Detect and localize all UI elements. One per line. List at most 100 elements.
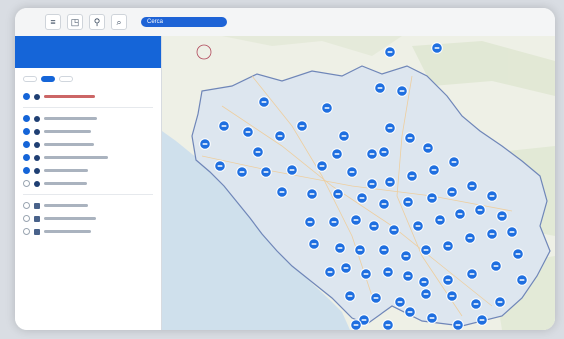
map-marker[interactable]	[339, 131, 350, 142]
map-marker[interactable]	[443, 241, 454, 252]
map-marker[interactable]	[397, 86, 408, 97]
map-marker[interactable]	[307, 189, 318, 200]
map-marker[interactable]	[379, 199, 390, 210]
map-marker[interactable]	[379, 147, 390, 158]
map-marker[interactable]	[413, 221, 424, 232]
map-canvas[interactable]	[162, 36, 555, 330]
map-marker[interactable]	[259, 97, 270, 108]
grid-icon[interactable]: ≡	[45, 14, 61, 30]
map-marker[interactable]	[345, 291, 356, 302]
map-marker[interactable]	[405, 133, 416, 144]
map-marker[interactable]	[487, 191, 498, 202]
map-marker[interactable]	[467, 181, 478, 192]
map-marker[interactable]	[347, 167, 358, 178]
map-marker[interactable]	[325, 267, 336, 278]
map-marker[interactable]	[407, 171, 418, 182]
tab-3[interactable]	[59, 76, 73, 82]
map-marker[interactable]	[333, 189, 344, 200]
map-marker[interactable]	[427, 313, 438, 324]
layer-row[interactable]	[23, 112, 153, 125]
map-marker[interactable]	[322, 103, 333, 114]
map-marker[interactable]	[449, 157, 460, 168]
search-icon[interactable]: ⌕	[111, 14, 127, 30]
layer-toggle[interactable]	[23, 167, 30, 174]
map-marker[interactable]	[200, 139, 211, 150]
map-marker[interactable]	[429, 165, 440, 176]
map-marker[interactable]	[403, 271, 414, 282]
map-marker[interactable]	[477, 315, 488, 326]
layer-toggle[interactable]	[23, 154, 30, 161]
layer-row[interactable]	[23, 164, 153, 177]
map-marker[interactable]	[495, 297, 506, 308]
map-marker[interactable]	[497, 211, 508, 222]
map-marker[interactable]	[275, 131, 286, 142]
layer-row[interactable]	[23, 125, 153, 138]
layer-row[interactable]	[23, 225, 153, 238]
layer-row[interactable]	[23, 177, 153, 190]
map-marker[interactable]	[215, 161, 226, 172]
map-marker[interactable]	[403, 197, 414, 208]
map-marker[interactable]	[383, 267, 394, 278]
layer-toggle[interactable]	[23, 215, 30, 222]
map-marker[interactable]	[467, 269, 478, 280]
map-marker[interactable]	[471, 299, 482, 310]
map-marker[interactable]	[432, 43, 443, 54]
tab-2[interactable]	[41, 76, 55, 82]
map-marker[interactable]	[475, 205, 486, 216]
layer-toggle[interactable]	[23, 128, 30, 135]
map-marker[interactable]	[237, 167, 248, 178]
filter-icon[interactable]: ⚲	[89, 14, 105, 30]
layer-toggle[interactable]	[23, 141, 30, 148]
map-marker[interactable]	[427, 193, 438, 204]
map-marker[interactable]	[341, 263, 352, 274]
map-marker[interactable]	[419, 277, 430, 288]
map-marker[interactable]	[421, 289, 432, 300]
map-marker[interactable]	[317, 161, 328, 172]
layer-row[interactable]	[23, 151, 153, 164]
map-marker[interactable]	[367, 149, 378, 160]
map-marker[interactable]	[369, 221, 380, 232]
map-marker[interactable]	[491, 261, 502, 272]
map-marker[interactable]	[517, 275, 528, 286]
map-marker[interactable]	[385, 177, 396, 188]
map-marker[interactable]	[357, 193, 368, 204]
map-marker[interactable]	[379, 245, 390, 256]
layer-row[interactable]	[23, 199, 153, 212]
layer-row[interactable]	[23, 212, 153, 225]
map-marker[interactable]	[309, 239, 320, 250]
map-marker[interactable]	[371, 293, 382, 304]
map-marker[interactable]	[421, 245, 432, 256]
map-marker[interactable]	[305, 217, 316, 228]
map-marker[interactable]	[287, 165, 298, 176]
map-marker[interactable]	[219, 121, 230, 132]
map-marker[interactable]	[361, 269, 372, 280]
map-marker[interactable]	[395, 297, 406, 308]
map-marker[interactable]	[513, 249, 524, 260]
map-marker[interactable]	[447, 291, 458, 302]
map-marker[interactable]	[329, 217, 340, 228]
map-marker[interactable]	[367, 179, 378, 190]
map-view[interactable]	[162, 36, 555, 330]
map-marker[interactable]	[435, 215, 446, 226]
map-marker[interactable]	[405, 307, 416, 318]
map-marker[interactable]	[297, 121, 308, 132]
tab-1[interactable]	[23, 76, 37, 82]
layer-toggle[interactable]	[23, 180, 30, 187]
map-marker[interactable]	[261, 167, 272, 178]
map-marker[interactable]	[447, 187, 458, 198]
layer-toggle[interactable]	[23, 115, 30, 122]
map-marker[interactable]	[375, 83, 386, 94]
search-chip[interactable]: Cerca	[141, 17, 227, 27]
map-marker[interactable]	[401, 251, 412, 262]
map-marker[interactable]	[487, 229, 498, 240]
layer-toggle[interactable]	[23, 202, 30, 209]
map-marker[interactable]	[455, 209, 466, 220]
map-marker[interactable]	[355, 245, 366, 256]
map-marker[interactable]	[465, 233, 476, 244]
layer-row[interactable]	[23, 138, 153, 151]
map-marker[interactable]	[351, 215, 362, 226]
map-marker[interactable]	[385, 47, 396, 58]
layers-icon[interactable]: ◳	[67, 14, 83, 30]
layer-toggle[interactable]	[23, 93, 30, 100]
map-marker[interactable]	[423, 143, 434, 154]
